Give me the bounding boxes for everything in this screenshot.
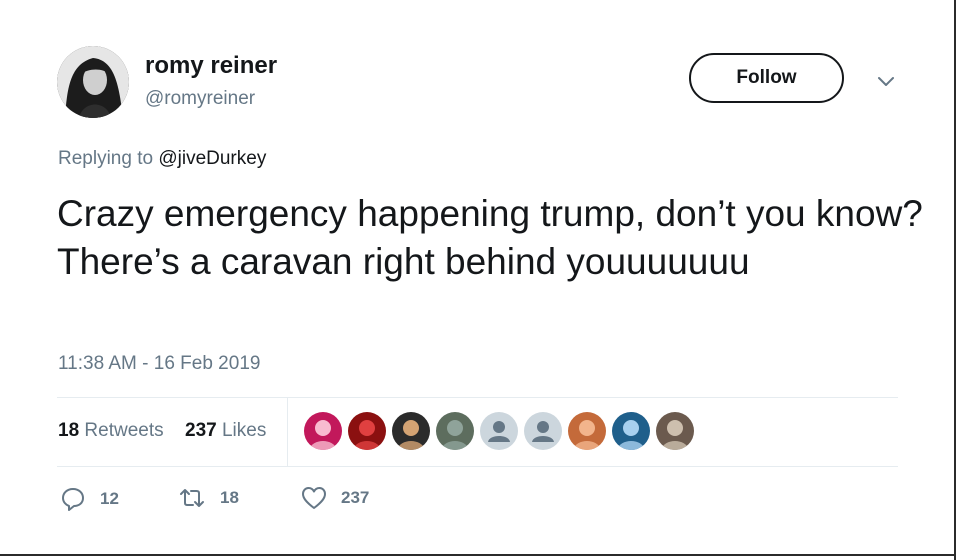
like-count: 237	[341, 488, 370, 507]
window-frame-bottom	[0, 554, 956, 556]
reply-context: Replying to @jiveDurkey	[58, 148, 266, 170]
reply-button[interactable]: 12	[60, 486, 119, 512]
liker-avatar[interactable]	[656, 412, 694, 450]
reply-context-prefix: Replying to	[58, 148, 154, 169]
retweets-stat-count: 18	[58, 420, 80, 441]
retweets-stat-label: Retweets	[84, 420, 164, 441]
liker-avatars	[304, 412, 700, 450]
liker-avatar[interactable]	[348, 412, 386, 450]
divider-top	[57, 397, 898, 398]
retweet-button[interactable]: 18	[178, 486, 239, 510]
reply-count: 12	[100, 489, 119, 508]
liker-avatar[interactable]	[568, 412, 606, 450]
likes-stat-label: Likes	[221, 420, 267, 441]
liker-avatar[interactable]	[480, 412, 518, 450]
retweet-icon	[180, 489, 204, 507]
author-display-name[interactable]: romy reiner	[145, 52, 277, 80]
likes-stat-count: 237	[185, 420, 217, 441]
author-handle[interactable]: @romyreiner	[145, 88, 255, 110]
liker-avatar[interactable]	[524, 412, 562, 450]
tweet-text: Crazy emergency happening trump, don’t y…	[57, 193, 923, 282]
divider-bottom	[57, 466, 898, 467]
liker-avatar[interactable]	[392, 412, 430, 450]
retweet-count: 18	[220, 488, 239, 507]
likes-stat[interactable]: 237 Likes	[185, 420, 266, 442]
liker-avatar[interactable]	[436, 412, 474, 450]
author-avatar[interactable]	[57, 46, 129, 118]
reply-to-handle-link[interactable]: @jiveDurkey	[158, 148, 266, 169]
liker-avatar[interactable]	[612, 412, 650, 450]
tweet-timestamp[interactable]: 11:38 AM - 16 Feb 2019	[58, 353, 260, 375]
like-button[interactable]: 237	[301, 486, 369, 510]
retweets-stat[interactable]: 18 Retweets	[58, 420, 164, 442]
stats-divider	[287, 398, 288, 466]
window-frame-right	[954, 0, 956, 560]
heart-icon	[302, 487, 326, 509]
follow-button[interactable]: Follow	[689, 53, 844, 103]
liker-avatar[interactable]	[304, 412, 342, 450]
reply-icon	[62, 488, 84, 511]
chevron-down-icon[interactable]	[875, 70, 897, 92]
